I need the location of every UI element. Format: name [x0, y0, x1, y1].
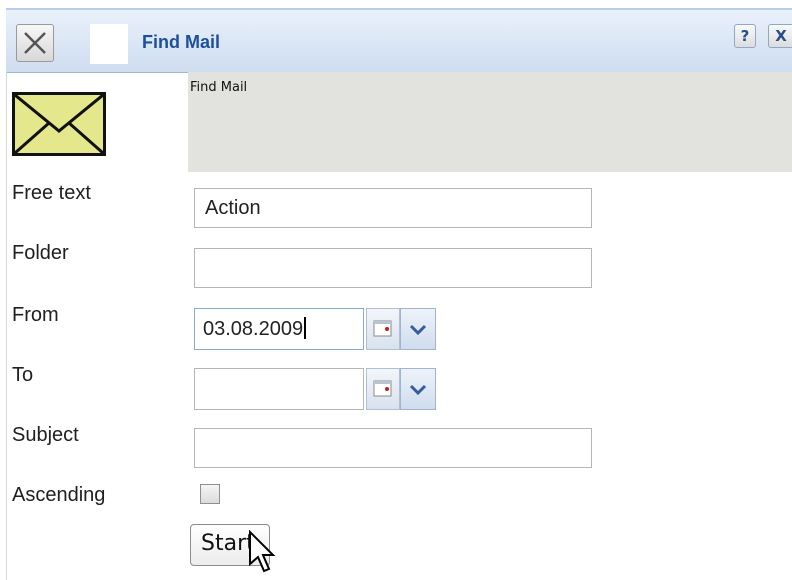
from-date-value: 03.08.2009 [203, 318, 304, 340]
window-icon-placeholder [90, 24, 128, 64]
to-dropdown-button[interactable] [400, 368, 436, 410]
envelope-icon [12, 92, 106, 156]
subject-label: Subject [12, 424, 79, 446]
window-top-edge [0, 0, 792, 8]
calendar-icon [373, 320, 392, 337]
chevron-down-icon [409, 324, 427, 336]
subject-input[interactable] [194, 428, 592, 468]
from-calendar-button[interactable] [366, 308, 400, 350]
to-label: To [12, 364, 34, 386]
ascending-label: Ascending [12, 484, 106, 506]
left-border [6, 72, 7, 580]
calendar-icon [373, 380, 392, 397]
close-icon [24, 32, 46, 54]
folder-label: Folder [12, 242, 69, 264]
from-dropdown-button[interactable] [400, 308, 436, 350]
to-calendar-button[interactable] [366, 368, 400, 410]
dialog-titlebar: Find Mail ? X [6, 8, 792, 73]
to-date-input[interactable] [194, 368, 364, 410]
description-panel [188, 72, 792, 172]
cancel-button[interactable] [16, 24, 54, 62]
help-button[interactable]: ? [734, 24, 756, 48]
chevron-down-icon [409, 384, 427, 396]
free-text-label: Free text [12, 182, 91, 204]
dialog-title: Find Mail [142, 32, 220, 52]
folder-input[interactable] [194, 248, 592, 288]
from-label: From [12, 304, 59, 326]
close-window-button[interactable]: X [768, 24, 792, 48]
mouse-cursor-icon [249, 530, 276, 573]
ascending-checkbox[interactable] [200, 484, 220, 504]
from-date-input[interactable]: 03.08.2009 [194, 308, 364, 350]
panel-caption: Find Mail [190, 80, 248, 95]
text-caret [304, 317, 307, 339]
free-text-input[interactable]: Action [194, 188, 592, 228]
